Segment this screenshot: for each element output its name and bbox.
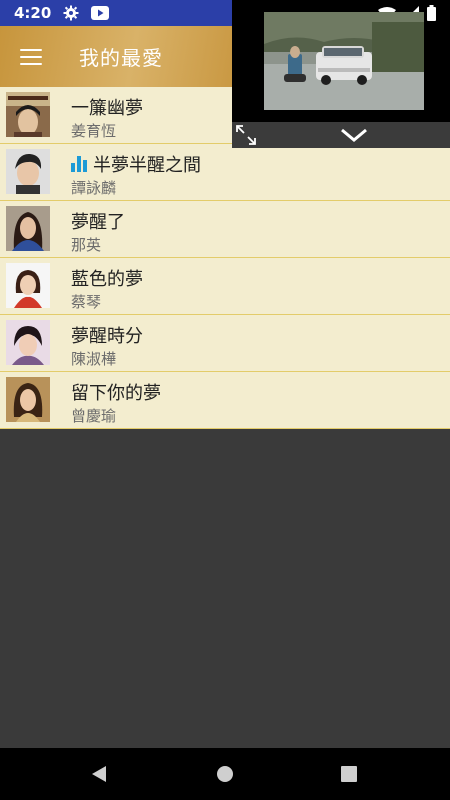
now-playing-icon [71, 156, 87, 172]
mini-video-player[interactable] [232, 0, 450, 148]
video-frame[interactable] [264, 12, 424, 110]
list-item[interactable]: 夢醒了 那英 [0, 201, 450, 258]
song-title: 一簾幽夢 [71, 98, 143, 119]
song-artist: 姜育恆 [71, 122, 117, 140]
battery-icon [427, 5, 436, 25]
back-icon[interactable] [69, 748, 129, 800]
youtube-icon [91, 6, 110, 20]
clock: 4:20 [14, 4, 52, 22]
video-controls [232, 122, 450, 148]
gear-icon [63, 5, 79, 21]
system-nav-bar [0, 748, 450, 800]
song-title: 藍色的夢 [71, 269, 143, 290]
song-artist: 譚詠麟 [71, 179, 117, 197]
album-cover-thumbnail [6, 320, 50, 365]
album-cover-thumbnail [6, 206, 50, 251]
hamburger-menu-icon[interactable] [0, 26, 62, 87]
song-artist: 那英 [71, 236, 102, 254]
home-icon[interactable] [195, 748, 255, 800]
list-item[interactable]: 半夢半醒之間 譚詠麟 [0, 144, 450, 201]
album-cover-thumbnail [6, 377, 50, 422]
list-item[interactable]: 留下你的夢 曾慶瑜 [0, 372, 450, 429]
song-artist: 蔡琴 [71, 293, 102, 311]
album-cover-thumbnail [6, 263, 50, 308]
recents-icon[interactable] [319, 748, 379, 800]
song-title: 夢醒了 [71, 212, 125, 233]
song-title: 夢醒時分 [71, 326, 143, 347]
expand-icon[interactable] [232, 122, 260, 148]
list-item[interactable]: 夢醒時分 陳淑樺 [0, 315, 450, 372]
album-cover-thumbnail [6, 149, 50, 194]
song-artist: 曾慶瑜 [71, 407, 117, 425]
album-cover-thumbnail [6, 92, 50, 137]
list-item[interactable]: 藍色的夢 蔡琴 [0, 258, 450, 315]
chevron-down-icon[interactable] [336, 122, 372, 148]
song-artist: 陳淑樺 [71, 350, 117, 368]
song-title: 半夢半醒之間 [71, 151, 201, 177]
song-title: 留下你的夢 [71, 383, 161, 404]
page-title: 我的最愛 [79, 46, 163, 70]
